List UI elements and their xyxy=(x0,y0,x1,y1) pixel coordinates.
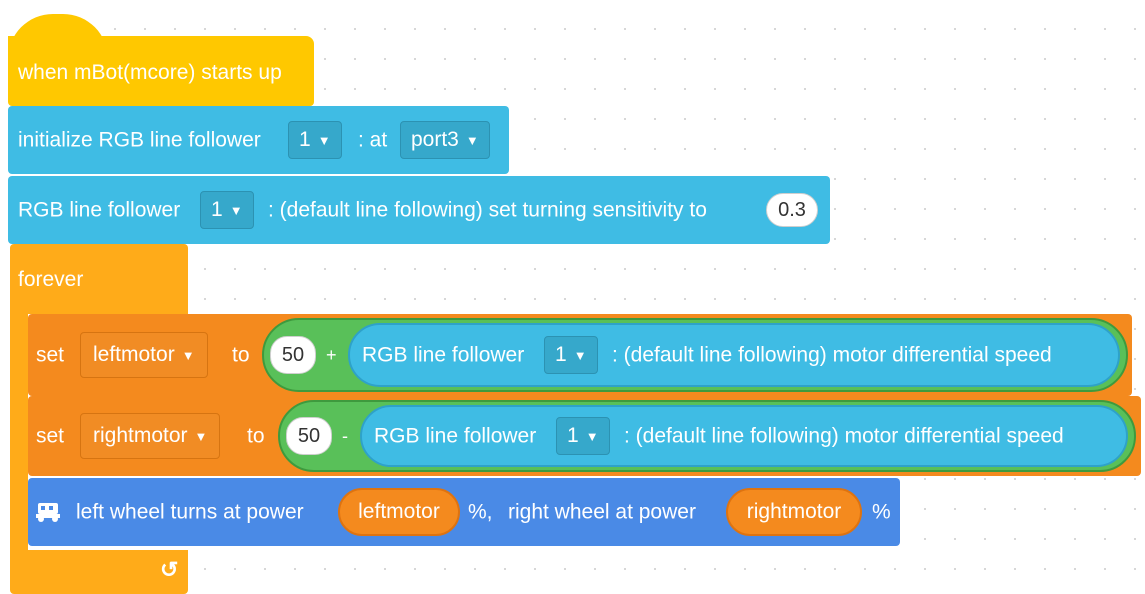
dropdown-value: 1 xyxy=(567,424,579,447)
chevron-down-icon: ▼ xyxy=(194,428,208,444)
dropdown-value: port3 xyxy=(411,128,459,151)
set-turning-sensitivity-block[interactable]: RGB line follower 1 ▼ : (default line fo… xyxy=(8,176,830,244)
leftmotor-variable-reporter[interactable]: leftmotor xyxy=(338,488,460,536)
hat-label: when mBot(mcore) starts up xyxy=(18,61,282,84)
dropdown-value: rightmotor xyxy=(93,424,188,447)
line-follower-index-dropdown[interactable]: 1 ▼ xyxy=(556,417,610,455)
reporter-suffix: : (default line following) motor differe… xyxy=(624,424,1064,448)
mbot-robot-icon xyxy=(36,500,62,522)
operand-input[interactable]: 50 xyxy=(270,336,316,374)
port-dropdown[interactable]: port3 ▼ xyxy=(400,121,490,159)
right-wheel-label: right wheel at power xyxy=(508,500,696,524)
dropdown-value: 1 xyxy=(555,343,567,366)
loop-arrow-icon: ↺ xyxy=(160,557,179,582)
variable-dropdown-rightmotor[interactable]: rightmotor ▼ xyxy=(80,413,221,459)
sensitivity-suffix: : (default line following) set turning s… xyxy=(268,198,707,222)
set-rightmotor-block[interactable]: set rightmotor ▼ to 50 - RGB line follow… xyxy=(28,396,1141,476)
variable-name: leftmotor xyxy=(358,500,440,523)
sensitivity-label: RGB line follower xyxy=(18,198,181,222)
chevron-down-icon: ▼ xyxy=(229,202,243,218)
input-value: 50 xyxy=(281,343,305,366)
forever-side-arm xyxy=(10,312,28,552)
variable-dropdown-leftmotor[interactable]: leftmotor ▼ xyxy=(80,332,208,378)
chevron-down-icon: ▼ xyxy=(317,132,331,148)
input-value: 0.3 xyxy=(778,198,806,221)
set-leftmotor-block[interactable]: set leftmotor ▼ to 50 + RGB line followe… xyxy=(28,314,1132,396)
percent-label-right: % xyxy=(872,500,891,524)
reporter-label: RGB line follower xyxy=(362,343,525,367)
motor-differential-speed-reporter[interactable]: RGB line follower 1 ▼ : (default line fo… xyxy=(348,323,1120,387)
subtract-operator-label: - xyxy=(342,426,348,446)
add-operator-label: + xyxy=(326,345,337,365)
add-operator-reporter[interactable]: 50 + RGB line follower 1 ▼ : (default li… xyxy=(262,318,1128,392)
set-label: set xyxy=(36,424,65,448)
init-label: initialize RGB line follower xyxy=(18,128,261,152)
at-label: : at xyxy=(358,128,388,152)
chevron-down-icon: ▼ xyxy=(181,347,195,363)
percent-label-left: %, xyxy=(468,500,493,524)
dropdown-value: 1 xyxy=(299,128,311,151)
left-wheel-label: left wheel turns at power xyxy=(76,500,304,524)
sensitivity-value-input[interactable]: 0.3 xyxy=(766,193,818,227)
chevron-down-icon: ▼ xyxy=(465,132,479,148)
to-label: to xyxy=(247,424,265,448)
variable-name: rightmotor xyxy=(746,500,842,523)
input-value: 50 xyxy=(297,424,321,447)
initialize-rgb-line-follower-block[interactable]: initialize RGB line follower 1 ▼ : at po… xyxy=(8,106,509,174)
operand-input[interactable]: 50 xyxy=(286,417,332,455)
reporter-label: RGB line follower xyxy=(374,424,537,448)
line-follower-index-dropdown[interactable]: 1 ▼ xyxy=(544,336,598,374)
chevron-down-icon: ▼ xyxy=(585,428,599,444)
chevron-down-icon: ▼ xyxy=(573,347,587,363)
line-follower-index-dropdown[interactable]: 1 ▼ xyxy=(200,191,254,229)
dropdown-value: 1 xyxy=(211,198,223,221)
to-label: to xyxy=(232,343,250,367)
set-wheel-power-block[interactable]: left wheel turns at power leftmotor %, r… xyxy=(28,478,900,546)
subtract-operator-reporter[interactable]: 50 - RGB line follower 1 ▼ : (default li… xyxy=(278,400,1136,472)
forever-label: forever xyxy=(18,268,84,291)
motor-differential-speed-reporter[interactable]: RGB line follower 1 ▼ : (default line fo… xyxy=(360,405,1128,467)
hat-block[interactable]: when mBot(mcore) starts up xyxy=(8,14,314,106)
line-follower-index-dropdown[interactable]: 1 ▼ xyxy=(288,121,342,159)
reporter-suffix: : (default line following) motor differe… xyxy=(612,343,1052,367)
dropdown-value: leftmotor xyxy=(93,343,175,366)
set-label: set xyxy=(36,343,65,367)
rightmotor-variable-reporter[interactable]: rightmotor xyxy=(726,488,862,536)
